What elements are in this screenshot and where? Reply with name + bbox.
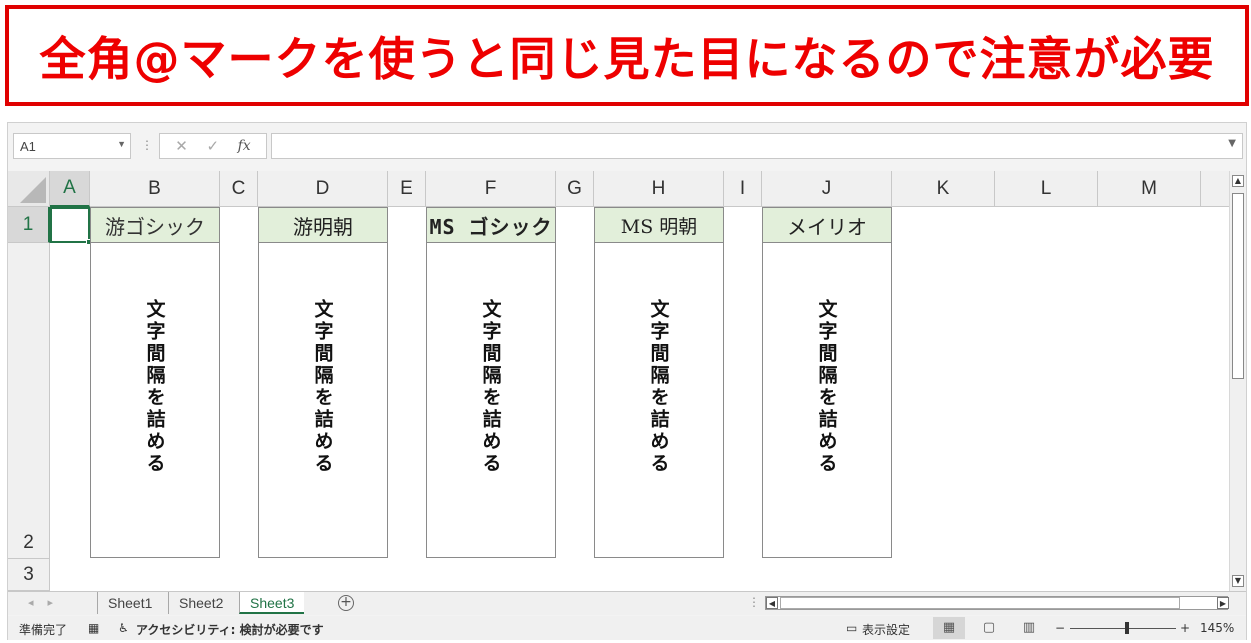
sample-cell-d2[interactable]: 文字間隔を詰める xyxy=(258,242,388,558)
expand-formula-icon[interactable]: ▼ xyxy=(1228,138,1236,149)
horizontal-scrollbar[interactable]: ◀ ▶ xyxy=(765,596,1229,610)
function-icon[interactable]: fx xyxy=(238,138,251,154)
scroll-left-icon[interactable]: ◀ xyxy=(766,597,778,609)
name-box[interactable]: A1 ▼ xyxy=(13,133,131,159)
font-name-cell-b1[interactable]: 游ゴシック xyxy=(90,207,220,242)
display-settings-button[interactable]: 表示設定 xyxy=(862,621,910,638)
scroll-down-icon[interactable]: ▼ xyxy=(1232,575,1244,587)
worksheet-grid[interactable]: A B C D E F G H I J K L M 1 2 3 游ゴシック 文字… xyxy=(8,171,1246,591)
tab-sheet3[interactable]: Sheet3 xyxy=(239,592,305,614)
grip-icon: ⋮ xyxy=(141,138,153,152)
banner-title: 全角@マークを使うと同じ見た目になるので注意が必要 xyxy=(39,31,1215,86)
status-ready: 準備完了 xyxy=(19,623,68,637)
sample-text: 文字間隔を詰める xyxy=(815,299,838,475)
zoom-in-button[interactable]: + xyxy=(1180,621,1190,635)
sheet-tab-bar: ◂▸ Sheet1 Sheet2 Sheet3 + ⋮ ◀ ▶ xyxy=(8,591,1246,615)
column-header-a[interactable]: A xyxy=(50,171,90,207)
column-header-i[interactable]: I xyxy=(724,171,762,207)
column-header-h[interactable]: H xyxy=(594,171,724,207)
font-name-cell-d1[interactable]: 游明朝 xyxy=(258,207,388,242)
display-settings-icon[interactable]: ▭ xyxy=(846,621,857,635)
tab-sheet1[interactable]: Sheet1 xyxy=(97,592,162,614)
tab-scroll-arrows-icon[interactable]: ◂▸ xyxy=(28,596,67,609)
column-header-c[interactable]: C xyxy=(220,171,258,207)
column-header-filler xyxy=(1201,171,1229,207)
column-header-e[interactable]: E xyxy=(388,171,426,207)
tab-sheet2[interactable]: Sheet2 xyxy=(168,592,233,614)
sample-cell-b2[interactable]: 文字間隔を詰める xyxy=(90,242,220,558)
column-header-b[interactable]: B xyxy=(90,171,220,207)
normal-view-icon[interactable]: ▦ xyxy=(933,617,965,639)
active-cell-a1[interactable] xyxy=(50,207,92,245)
chevron-down-icon[interactable]: ▼ xyxy=(117,139,126,149)
select-all-icon xyxy=(20,177,46,203)
font-name-cell-h1[interactable]: MS 明朝 xyxy=(594,207,724,242)
title-banner: 全角@マークを使うと同じ見た目になるので注意が必要 xyxy=(5,5,1249,106)
select-all-button[interactable] xyxy=(8,171,50,207)
splitter-icon[interactable]: ⋮ xyxy=(748,595,760,609)
status-bar: 準備完了 ▦ ♿ アクセシビリティ: 検討が必要です ▭ 表示設定 ▦ ▢ ▥ … xyxy=(8,616,1246,640)
column-header-k[interactable]: K xyxy=(892,171,995,207)
excel-window: A1 ▼ ⋮ ✕ ✓ fx ▼ A B C D E F G H I J K L … xyxy=(7,122,1247,640)
zoom-out-button[interactable]: − xyxy=(1055,621,1065,635)
sample-cell-j2[interactable]: 文字間隔を詰める xyxy=(762,242,892,558)
sample-text: 文字間隔を詰める xyxy=(311,299,334,475)
page-break-view-icon[interactable]: ▥ xyxy=(1013,617,1045,639)
column-header-g[interactable]: G xyxy=(556,171,594,207)
sample-text: 文字間隔を詰める xyxy=(143,299,166,475)
font-name-cell-f1[interactable]: MS ゴシック xyxy=(426,207,556,242)
formula-buttons: ✕ ✓ fx xyxy=(159,133,267,159)
macro-record-icon[interactable]: ▦ xyxy=(88,621,99,635)
formula-input[interactable]: ▼ xyxy=(271,133,1243,159)
column-header-j[interactable]: J xyxy=(762,171,892,207)
row-header-2[interactable]: 2 xyxy=(8,243,50,559)
add-sheet-button[interactable]: + xyxy=(338,595,354,611)
scroll-up-icon[interactable]: ▲ xyxy=(1232,175,1244,187)
close-icon[interactable]: ✕ xyxy=(175,137,188,155)
scroll-right-icon[interactable]: ▶ xyxy=(1217,597,1229,609)
formula-bar: A1 ▼ ⋮ ✕ ✓ fx ▼ xyxy=(8,133,1246,161)
column-header-d[interactable]: D xyxy=(258,171,388,207)
sample-cell-f2[interactable]: 文字間隔を詰める xyxy=(426,242,556,558)
row-header-1[interactable]: 1 xyxy=(8,207,50,243)
column-header-m[interactable]: M xyxy=(1098,171,1201,207)
accessibility-status[interactable]: アクセシビリティ: 検討が必要です xyxy=(136,621,324,638)
page-layout-view-icon[interactable]: ▢ xyxy=(973,617,1005,639)
check-icon[interactable]: ✓ xyxy=(206,137,219,155)
name-box-value: A1 xyxy=(20,139,36,154)
sample-text: 文字間隔を詰める xyxy=(479,299,502,475)
row-header-3[interactable]: 3 xyxy=(8,559,50,591)
column-header-f[interactable]: F xyxy=(426,171,556,207)
zoom-slider[interactable] xyxy=(1070,628,1176,629)
font-name-cell-j1[interactable]: メイリオ xyxy=(762,207,892,242)
zoom-slider-thumb[interactable] xyxy=(1125,622,1129,634)
sample-text: 文字間隔を詰める xyxy=(647,299,670,475)
vertical-scrollbar[interactable]: ▲ ▼ xyxy=(1229,171,1246,591)
zoom-level[interactable]: 145% xyxy=(1200,621,1234,635)
scroll-thumb[interactable] xyxy=(1232,193,1244,379)
sample-cell-h2[interactable]: 文字間隔を詰める xyxy=(594,242,724,558)
accessibility-icon[interactable]: ♿ xyxy=(118,621,129,635)
horizontal-scroll-thumb[interactable] xyxy=(780,597,1180,609)
column-header-l[interactable]: L xyxy=(995,171,1098,207)
